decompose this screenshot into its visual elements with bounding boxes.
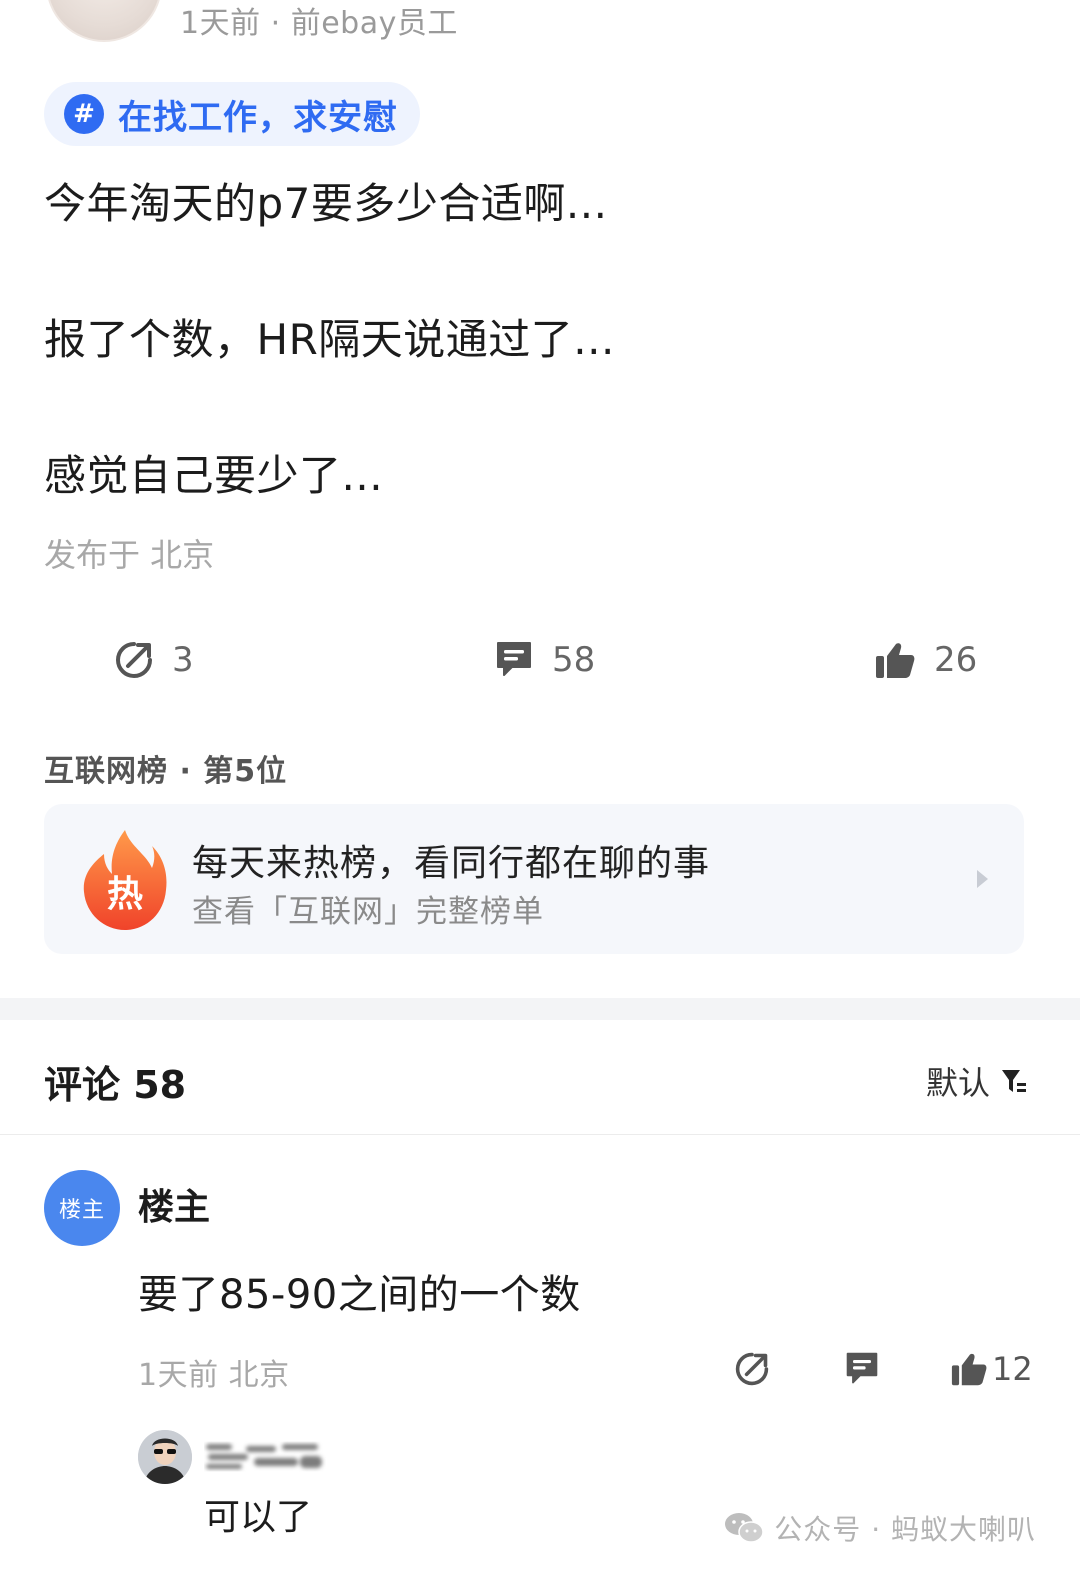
share-button[interactable]: 3 — [114, 630, 194, 690]
share-count: 3 — [172, 640, 194, 680]
hot-card-subtitle: 查看「互联网」完整榜单 — [192, 894, 544, 930]
comment-share-button[interactable] — [734, 1346, 770, 1392]
sort-label: 默认 — [925, 1064, 990, 1102]
fire-icon: 热 — [83, 830, 167, 930]
comment-button[interactable]: 58 — [494, 630, 595, 690]
post-meta: 1天前 · 前ebay员工 — [180, 6, 458, 41]
like-button[interactable]: 26 — [874, 630, 977, 690]
watermark-text: 公众号 · 蚂蚁大喇叭 — [774, 1513, 1036, 1546]
post-location: 发布于 北京 — [44, 536, 215, 574]
watermark: 公众号 · 蚂蚁大喇叭 — [724, 1508, 1036, 1548]
comment-like-button[interactable]: 12 — [950, 1346, 1033, 1392]
share-icon — [735, 1352, 769, 1386]
comment-text: 要了85-90之间的一个数 — [138, 1272, 581, 1318]
filter-icon — [1002, 1070, 1026, 1092]
comment-icon — [497, 642, 531, 676]
op-avatar[interactable]: 楼主 — [44, 1170, 120, 1246]
ranking-title[interactable]: 互联网榜 · 第5位 — [44, 746, 287, 790]
like-count: 26 — [934, 640, 978, 680]
blur-redaction-icon — [206, 1444, 322, 1469]
reply-avatar[interactable] — [138, 1430, 192, 1484]
comment-reply-button[interactable] — [844, 1346, 880, 1392]
author-avatar[interactable] — [46, 0, 162, 42]
person-icon — [138, 1430, 192, 1484]
reply-text: 可以了 — [204, 1497, 313, 1538]
section-divider — [0, 998, 1080, 1020]
comments-header-divider — [0, 1134, 1080, 1135]
thumbs-up-icon — [951, 1353, 987, 1386]
post-text-line: 今年淘天的p7要多少合适啊... — [44, 179, 608, 228]
wechat-icon — [725, 1513, 765, 1543]
comment-count: 58 — [552, 640, 596, 680]
topic-label: 在找工作，求安慰 — [118, 97, 398, 138]
comment-icon — [846, 1352, 878, 1384]
post-text-line: 报了个数，HR隔天说通过了... — [44, 315, 615, 364]
comment-like-count: 12 — [992, 1350, 1033, 1388]
comment-meta: 1天前 北京 — [138, 1358, 290, 1393]
share-icon — [116, 642, 152, 678]
sort-dropdown[interactable]: 默认 — [926, 1058, 1028, 1104]
post-header: 1天前 · 前ebay员工 — [0, 0, 1080, 60]
hash-icon: # — [64, 94, 104, 134]
post-text-line: 感觉自己要少了... — [44, 451, 384, 500]
comments-title: 评论 58 — [44, 1063, 187, 1107]
reply-author-name-redacted — [204, 1438, 326, 1474]
comment-author-name[interactable]: 楼主 — [138, 1178, 210, 1230]
hot-card-title: 每天来热榜，看同行都在聊的事 — [192, 843, 711, 884]
chevron-right-icon — [977, 870, 988, 888]
post-action-bar: 3 58 26 — [0, 630, 1080, 700]
hot-list-card[interactable]: 热 每天来热榜，看同行都在聊的事 查看「互联网」完整榜单 — [44, 804, 1024, 954]
hot-badge-text: 热 — [107, 874, 143, 915]
thumbs-up-icon — [876, 643, 915, 678]
topic-chip[interactable]: # 在找工作，求安慰 — [44, 82, 420, 146]
